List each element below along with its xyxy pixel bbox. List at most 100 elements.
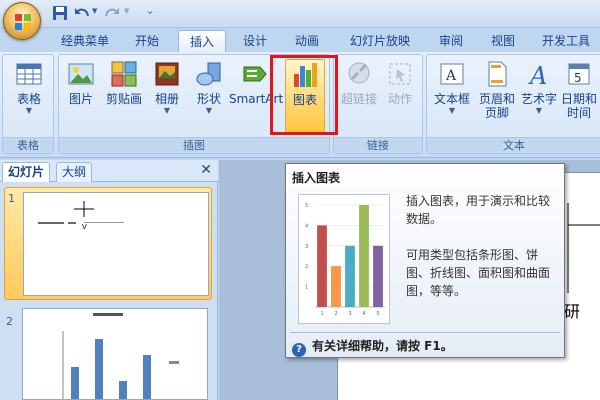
action-button[interactable]: 动作	[382, 59, 418, 106]
group-illustrations: 图片 剪贴画 相册 ▼ 形状 ▼ SmartArt 图表 插图	[58, 54, 330, 154]
chart-bar	[373, 245, 383, 307]
x-tick-label: 4	[363, 311, 366, 317]
chart-bar	[317, 225, 327, 307]
header-footer-button[interactable]: 页眉和 页脚	[475, 59, 519, 120]
table-dropdown-icon: ▼	[25, 106, 33, 115]
close-icon[interactable]: ✕	[200, 162, 212, 178]
tab-review[interactable]: 审阅	[428, 30, 474, 52]
tooltip-types: 可用类型包括条形图、饼图、折线图、面积图和曲面图，等等。	[406, 248, 551, 298]
shapes-icon	[196, 62, 221, 86]
tooltip-description: 插入图表，用于演示和比较数据。	[406, 194, 551, 226]
svg-text:A: A	[528, 62, 547, 89]
redo-icon[interactable]	[104, 5, 120, 21]
y-tick-label: 3	[305, 244, 308, 250]
table-label: 表格	[16, 92, 41, 106]
chart-tooltip: 插入图表 1 2 3 4 5 1 2 3 4 5 插入图表，用于演示和比较数据。 可用类型包括条形…	[285, 163, 565, 358]
x-tick-label: 2	[335, 311, 338, 317]
album-button[interactable]: 相册 ▼	[147, 59, 187, 116]
calendar-icon: 5	[568, 63, 590, 85]
slide-1-preview: V	[23, 192, 209, 296]
datetime-label-1: 日期和	[560, 92, 597, 106]
svg-text:5: 5	[574, 71, 582, 85]
tab-animations[interactable]: 动画	[284, 30, 330, 52]
tab-design[interactable]: 设计	[232, 30, 278, 52]
album-dropdown-icon: ▼	[163, 106, 171, 115]
tooltip-chart-svg: 1 2 3 4 5 1 2 3 4 5	[305, 203, 385, 317]
tab-insert[interactable]: 插入	[178, 30, 226, 52]
x-tick-label: 5	[377, 311, 380, 317]
wordart-label: 艺术字	[520, 92, 557, 106]
tooltip-help: ? 有关详细帮助，请按 F1。	[292, 337, 453, 357]
slide-number-1: 1	[8, 192, 15, 205]
tab-slideshow[interactable]: 幻灯片放映	[338, 30, 422, 52]
group-table: 表格 ▼ 表格	[2, 54, 54, 154]
chart-label: 图表	[292, 93, 317, 107]
slide-thumbnail-1[interactable]: 1 V	[4, 187, 212, 300]
action-label: 动作	[387, 92, 412, 106]
wordart-button[interactable]: A 艺术字 ▼	[519, 59, 559, 116]
hyperlink-icon	[348, 62, 370, 84]
datetime-label-2: 时间	[566, 106, 591, 120]
smartart-label: SmartArt	[229, 92, 284, 106]
clipart-icon	[111, 61, 137, 87]
clipart-button[interactable]: 剪贴画	[103, 59, 145, 106]
y-tick-label: 4	[305, 223, 308, 229]
action-icon	[389, 63, 411, 85]
photo-album-icon	[155, 62, 179, 86]
slide-1-content-icon: V	[38, 201, 124, 231]
picture-icon	[68, 63, 94, 85]
panel-tabs: 幻灯片 大纲 ✕	[0, 160, 218, 182]
x-tick-label: 3	[349, 311, 352, 317]
y-tick-label: 2	[305, 264, 308, 270]
slides-panel: 幻灯片 大纲 ✕ 1 V 2	[0, 160, 218, 400]
tab-home[interactable]: 开始	[124, 30, 170, 52]
group-links: 超链接 动作 链接	[333, 54, 423, 154]
wordart-icon: A	[528, 62, 547, 89]
textbox-dropdown-icon: ▼	[448, 106, 456, 115]
title-bar: ▼ ▼ ⌄	[0, 0, 600, 40]
tab-outline[interactable]: 大纲	[56, 162, 93, 182]
slide-text-partial[interactable]: 研	[564, 298, 580, 322]
tab-slides[interactable]: 幻灯片	[2, 162, 51, 182]
table-icon	[16, 63, 42, 85]
album-label: 相册	[154, 92, 179, 106]
y-tick-label: 5	[305, 203, 308, 209]
slide-thumbnail-2[interactable]	[22, 308, 208, 400]
tab-view[interactable]: 视图	[480, 30, 526, 52]
group-text-label: 文本	[427, 137, 600, 153]
textbox-icon: A	[440, 63, 464, 85]
tab-developer[interactable]: 开发工具	[532, 30, 600, 52]
chart-button[interactable]: 图表	[285, 59, 325, 135]
smartart-icon	[243, 66, 267, 82]
undo-dropdown-icon[interactable]: ▼	[92, 7, 97, 15]
group-illustrations-label: 插图	[59, 137, 329, 153]
redo-dropdown-icon[interactable]: ▼	[124, 7, 129, 15]
chart-bar	[331, 266, 341, 307]
chart-bar	[359, 205, 369, 307]
chart-icon	[294, 63, 317, 87]
undo-icon[interactable]	[74, 5, 90, 21]
slide-number-2: 2	[6, 315, 13, 328]
table-button[interactable]: 表格 ▼	[9, 59, 49, 116]
datetime-button[interactable]: 5 日期和 时间	[559, 59, 599, 120]
wordart-dropdown-icon: ▼	[535, 106, 543, 115]
hyperlink-button[interactable]: 超链接	[338, 59, 380, 106]
tab-classic-menu[interactable]: 经典菜单	[50, 30, 120, 52]
textbox-button[interactable]: A 文本框 ▼	[431, 59, 473, 116]
svg-text:A: A	[445, 68, 457, 84]
slide-2-chart-icon	[62, 313, 179, 399]
ribbon: 表格 ▼ 表格 图片 剪贴画 相册 ▼ 形状 ▼ SmartArt 图表 插图 …	[0, 52, 600, 158]
clipart-label: 剪贴画	[105, 92, 142, 106]
tooltip-title: 插入图表	[292, 171, 341, 185]
header-footer-icon	[488, 61, 507, 87]
header-footer-label-1: 页眉和	[478, 92, 515, 106]
smartart-button[interactable]: SmartArt	[229, 59, 284, 106]
picture-button[interactable]: 图片	[63, 59, 99, 106]
shapes-dropdown-icon: ▼	[205, 106, 213, 115]
save-icon[interactable]	[52, 5, 68, 21]
office-logo-icon	[15, 14, 31, 30]
customize-qat-icon[interactable]: ⌄	[145, 3, 155, 17]
office-button[interactable]	[3, 2, 41, 40]
shapes-button[interactable]: 形状 ▼	[189, 59, 229, 116]
help-icon: ?	[292, 343, 306, 357]
